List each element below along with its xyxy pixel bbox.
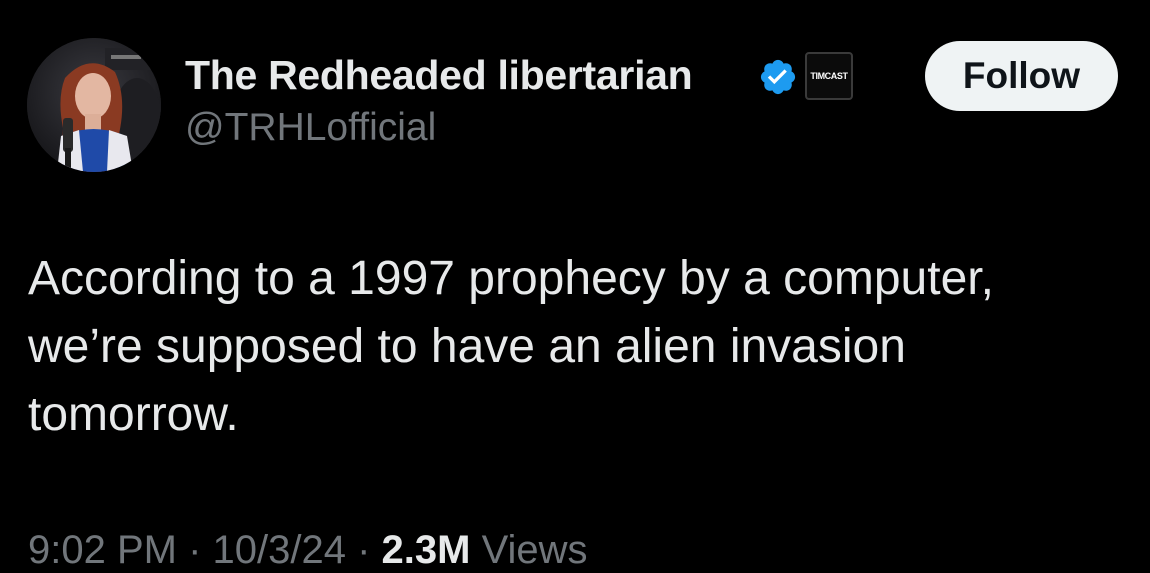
views-count: 2.3M	[381, 528, 471, 572]
tweet-meta: 9:02 PM · 10/3/24 · 2.3M Views	[28, 528, 588, 573]
avatar[interactable]	[27, 38, 161, 172]
tweet-text: According to a 1997 prophecy by a comput…	[28, 252, 994, 441]
handle[interactable]: @TRHLofficial	[185, 106, 436, 150]
meta-separator: ·	[345, 528, 382, 572]
tweet-date[interactable]: 10/3/24	[213, 528, 346, 572]
avatar-image	[27, 38, 161, 172]
follow-button[interactable]: Follow	[925, 41, 1118, 111]
display-name[interactable]: The Redheaded libertarian	[185, 52, 693, 99]
views-label: Views	[470, 528, 588, 572]
verified-badge-icon[interactable]	[758, 57, 798, 97]
tweet-time[interactable]: 9:02 PM	[28, 528, 177, 572]
tweet-card: The Redheaded libertarian TIMCAST @TRHLo…	[0, 0, 1150, 572]
affiliate-badge-icon[interactable]: TIMCAST	[805, 52, 853, 100]
meta-separator: ·	[176, 528, 213, 572]
